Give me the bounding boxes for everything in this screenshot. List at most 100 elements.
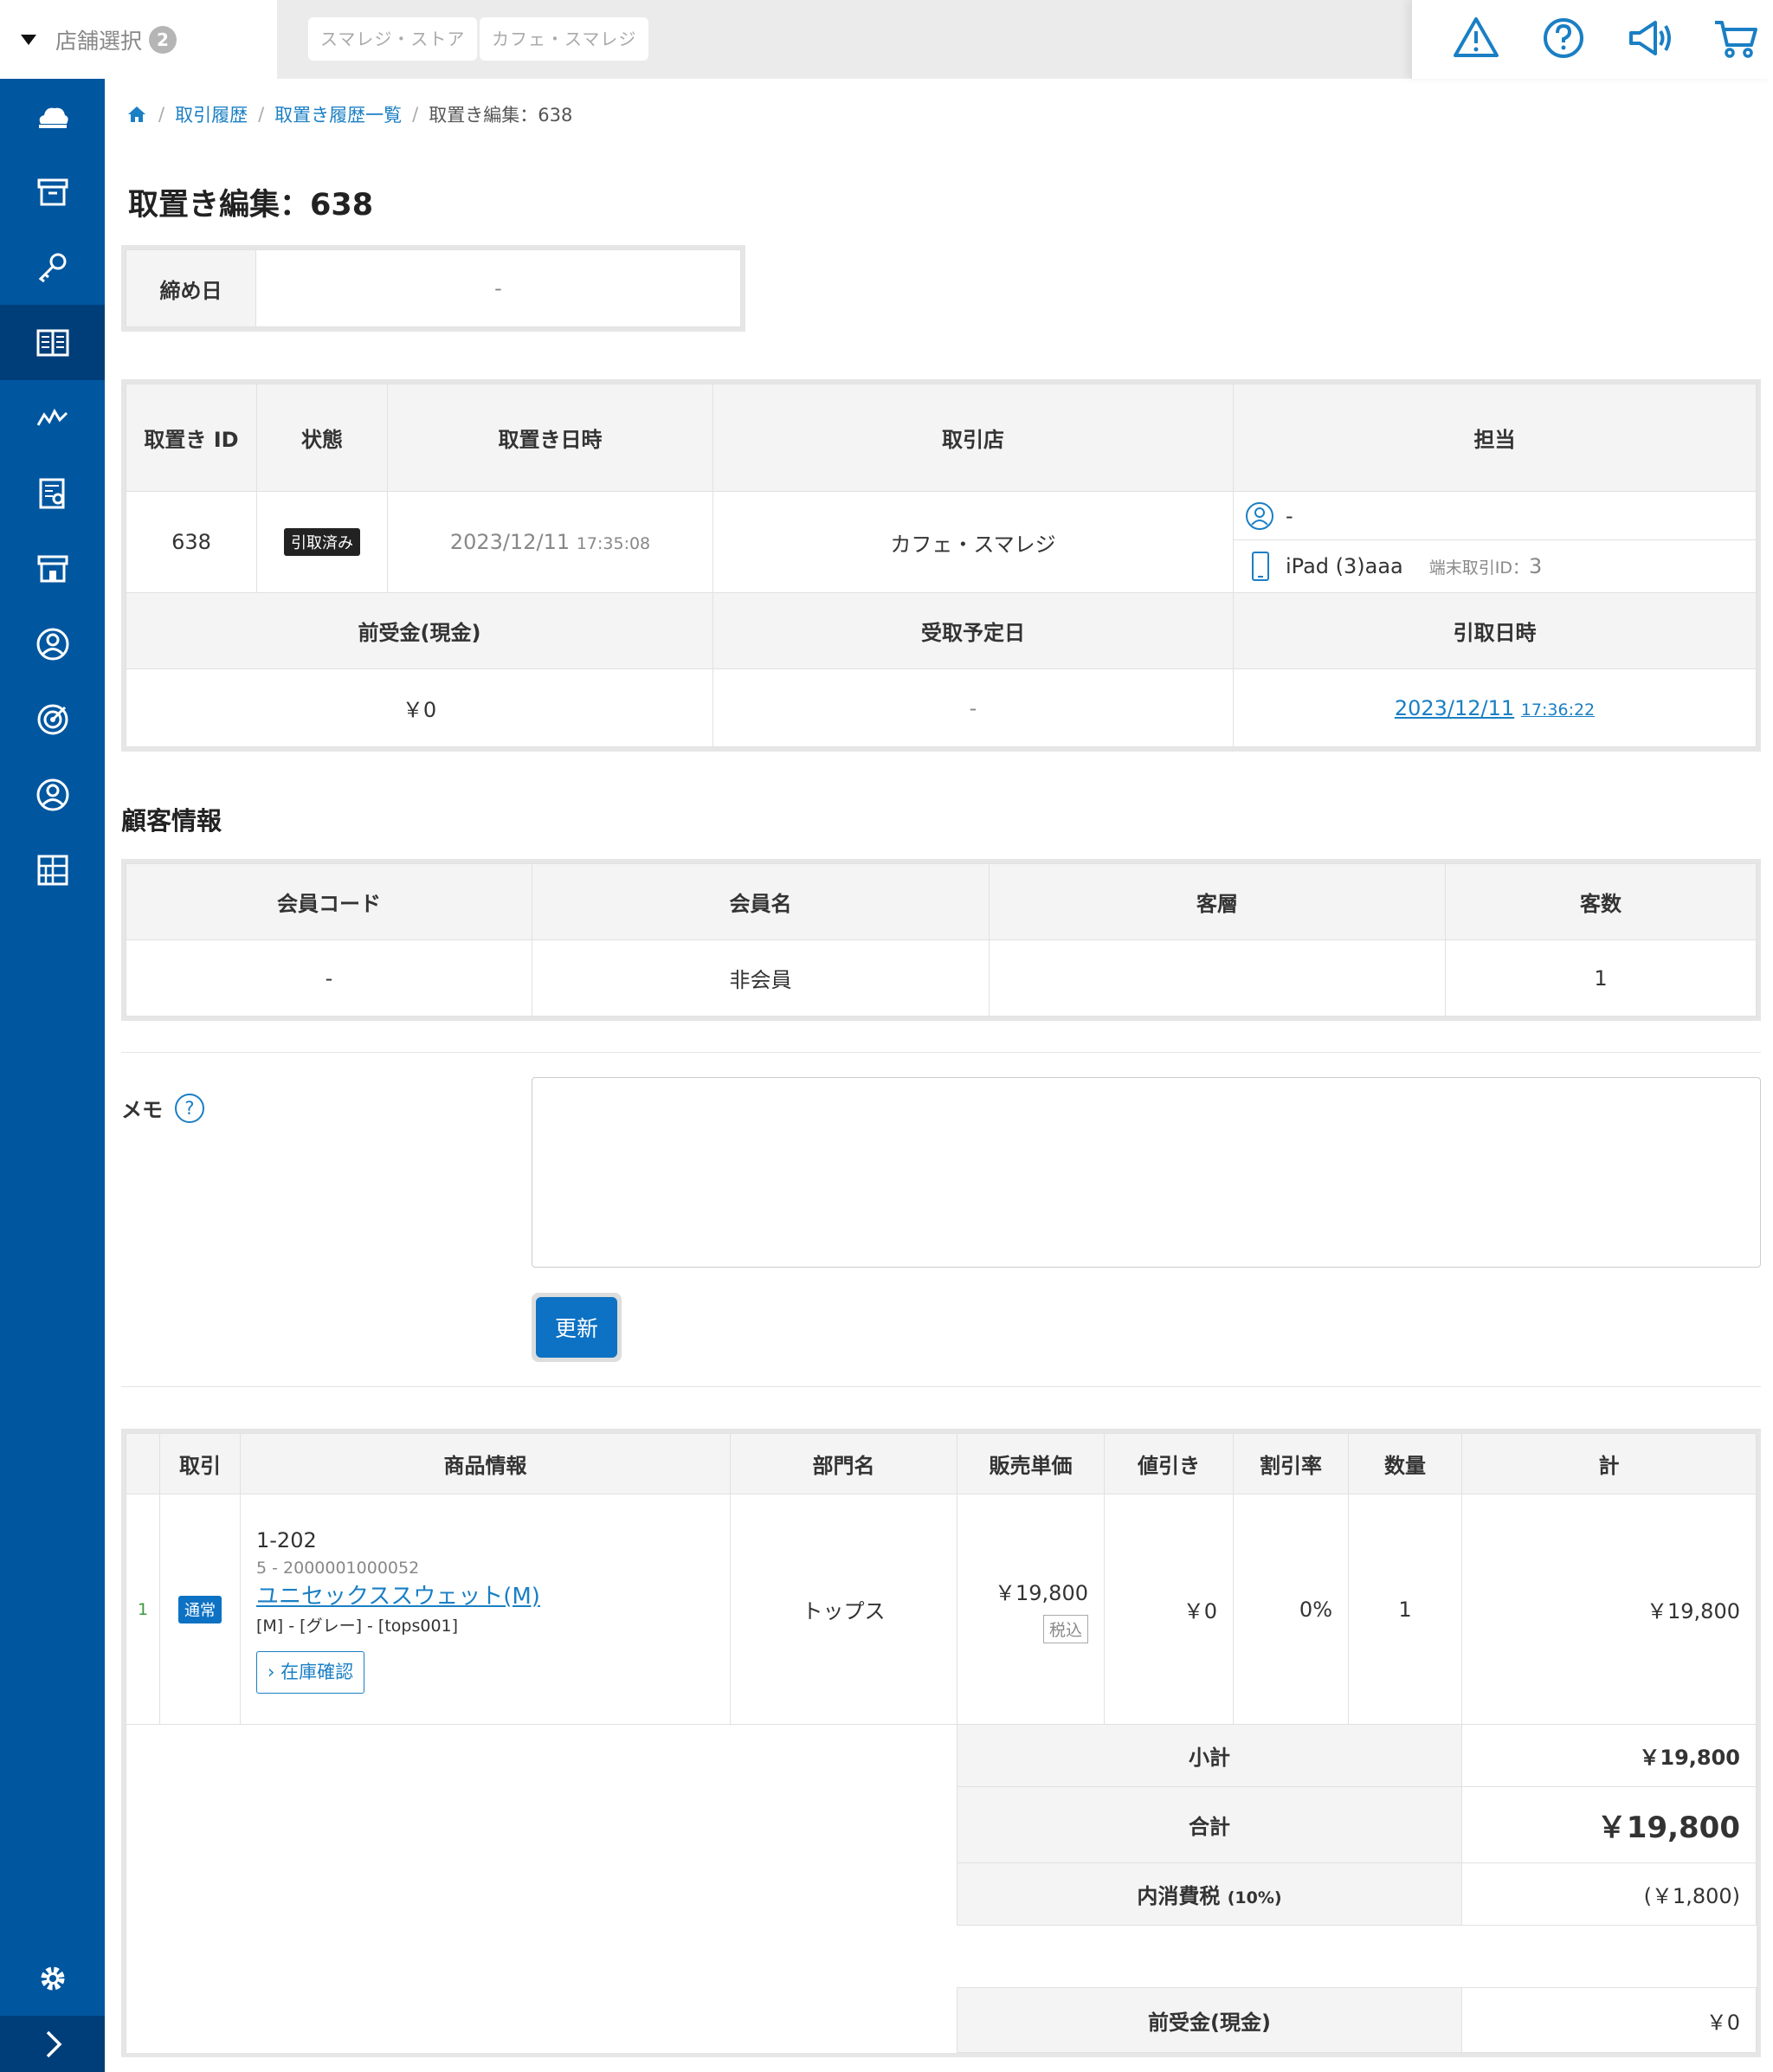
sidebar-item-products[interactable] — [0, 154, 105, 229]
product-sub-code: 5 - 2000001000052 — [256, 1558, 420, 1578]
grand-total-label: 合計 — [957, 1786, 1462, 1863]
breadcrumb-separator: / — [158, 104, 165, 125]
chevron-right-icon: › — [268, 1661, 275, 1682]
line-total: ￥19,800 — [1461, 1494, 1757, 1725]
col-discount-rate: 割引率 — [1233, 1433, 1349, 1494]
staff-icon — [1246, 501, 1273, 530]
member-code: - — [126, 939, 532, 1017]
closing-date-label: 締め日 — [126, 249, 256, 327]
col-quantity: 数量 — [1348, 1433, 1462, 1494]
sidebar-item-reports[interactable] — [0, 455, 105, 531]
tax-included-tag: 税込 — [1042, 1614, 1088, 1643]
items-table: 取引 商品情報 部門名 販売単価 値引き 割引率 数量 計 1 通常 1-202… — [121, 1429, 1761, 2057]
page-title: 取置き編集：638 — [128, 188, 374, 223]
unit-price: ￥19,800 — [995, 1580, 1088, 1605]
col-hold-id: 取置き ID — [126, 384, 257, 492]
discount: ￥0 — [1104, 1494, 1234, 1725]
cloud-icon — [38, 107, 68, 128]
customer-icon — [36, 628, 68, 660]
breadcrumb-current: 取置き編集：638 — [429, 105, 573, 126]
sidebar-item-stores[interactable] — [0, 531, 105, 606]
col-unit-price: 販売単価 — [957, 1433, 1105, 1494]
home-icon[interactable] — [126, 103, 148, 126]
customer-section-title: 顧客情報 — [121, 806, 222, 836]
tax-rate: (10%) — [1227, 1888, 1282, 1907]
col-pickup-scheduled: 受取予定日 — [712, 592, 1234, 669]
member-name: 非会員 — [532, 939, 990, 1017]
cart-icon[interactable] — [1710, 12, 1762, 64]
caret-down-icon — [21, 34, 36, 45]
col-customer-count: 客数 — [1445, 863, 1757, 940]
sidebar-item-customers[interactable] — [0, 606, 105, 681]
stock-check-button[interactable]: › 在庫確認 — [256, 1650, 365, 1694]
col-staff: 担当 — [1233, 384, 1757, 492]
chart-icon — [36, 408, 68, 426]
sidebar-item-marketing[interactable] — [0, 681, 105, 757]
sidebar-item-analytics[interactable] — [0, 380, 105, 455]
tax-label: 内消費税 — [1137, 1884, 1221, 1908]
gear-icon — [41, 1966, 64, 1990]
megaphone-icon[interactable] — [1624, 12, 1676, 64]
deposit-value: ￥0 — [126, 668, 713, 747]
chevron-right-icon — [46, 2030, 61, 2057]
department: トップス — [730, 1494, 957, 1725]
col-department: 部門名 — [730, 1433, 957, 1494]
row-number: 1 — [126, 1494, 160, 1725]
terminal-id: 3 — [1528, 554, 1543, 578]
tablet-icon — [1252, 552, 1269, 581]
memo-textarea[interactable] — [532, 1077, 1761, 1268]
status-badge: 引取済み — [284, 528, 360, 556]
col-store: 取引店 — [712, 384, 1234, 492]
quantity: 1 — [1348, 1494, 1462, 1725]
top-icons — [1411, 0, 1773, 79]
subtotal-label: 小計 — [957, 1724, 1462, 1787]
pickup-time-link[interactable]: 17:36:22 — [1521, 700, 1595, 720]
sidebar-item-settings[interactable] — [0, 1940, 105, 2016]
hold-date: 2023/12/11 — [449, 530, 571, 554]
customer-segment — [989, 939, 1446, 1017]
stock-check-label: 在庫確認 — [280, 1661, 354, 1682]
store-chip[interactable]: スマレジ・ストア — [308, 17, 478, 61]
warning-icon[interactable] — [1450, 12, 1502, 64]
sidebar-expand[interactable] — [0, 2016, 105, 2072]
col-discount: 値引き — [1104, 1433, 1234, 1494]
transaction-type-badge: 通常 — [178, 1595, 222, 1623]
memo-label-text: メモ — [121, 1098, 163, 1122]
staff-icon — [36, 778, 68, 810]
hold-info-table: 取置き ID 状態 取置き日時 取引店 担当 638 引取済み 2023/12/… — [121, 379, 1761, 752]
table-row: 1 通常 1-202 5 - 2000001000052 ユニセックススウェット… — [126, 1494, 1757, 1725]
tax-value: (￥1,800) — [1461, 1862, 1757, 1926]
subtotal-value: ￥19,800 — [1461, 1724, 1757, 1787]
grid-icon — [37, 855, 68, 885]
help-icon[interactable]: ? — [175, 1093, 204, 1123]
breadcrumb-link[interactable]: 取引履歴 — [175, 101, 248, 127]
store-chip[interactable]: カフェ・スマレジ — [480, 17, 649, 61]
col-member-name: 会員名 — [532, 863, 990, 940]
memo-label: メモ ? — [121, 1093, 204, 1123]
sidebar-item-apps[interactable] — [0, 832, 105, 907]
terminal-name: iPad (3)aaa — [1286, 554, 1403, 578]
pickup-date-link[interactable]: 2023/12/11 — [1395, 696, 1514, 720]
product-name-link[interactable]: ユニセックススウェット(M) — [256, 1584, 540, 1610]
sidebar-item-home[interactable] — [0, 79, 105, 154]
sidebar-item-staff[interactable] — [0, 757, 105, 832]
archive-icon — [37, 178, 68, 205]
store-select[interactable]: 店舗選択 2 — [0, 0, 277, 79]
sidebar-item-settings-key[interactable] — [0, 229, 105, 305]
pickup-scheduled-value: - — [712, 668, 1234, 747]
breadcrumb-link[interactable]: 取置き履歴一覧 — [274, 101, 402, 127]
product-variant: [M] - [グレー] - [tops001] — [256, 1617, 459, 1636]
store-count-badge: 2 — [149, 25, 177, 54]
breadcrumb-separator: / — [258, 104, 265, 125]
update-button[interactable]: 更新 — [536, 1297, 617, 1358]
col-customer-segment: 客層 — [989, 863, 1446, 940]
sidebar-item-transactions[interactable] — [0, 305, 105, 380]
hold-store: カフェ・スマレジ — [712, 491, 1234, 593]
col-product-info: 商品情報 — [240, 1433, 731, 1494]
customer-table: 会員コード 会員名 客層 客数 - 非会員 1 — [121, 859, 1761, 1021]
divider — [121, 1052, 1761, 1053]
col-pickup-datetime: 引取日時 — [1233, 592, 1757, 669]
breadcrumb-separator: / — [412, 104, 419, 125]
help-icon[interactable] — [1538, 12, 1589, 64]
col-total: 計 — [1461, 1433, 1757, 1494]
